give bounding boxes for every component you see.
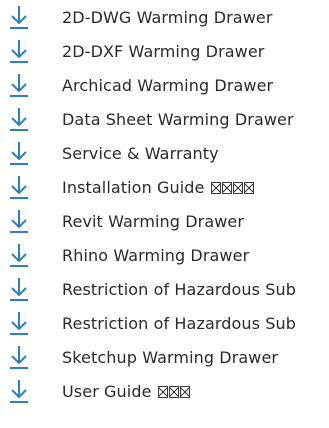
download-label[interactable]: Sketchup Warming Drawer xyxy=(62,348,278,368)
download-item[interactable]: 2D-DWG Warming Drawer xyxy=(0,2,329,36)
download-icon[interactable] xyxy=(8,175,30,201)
download-icon[interactable] xyxy=(8,345,30,371)
download-label[interactable]: Rhino Warming Drawer xyxy=(62,246,249,266)
download-icon[interactable] xyxy=(8,73,30,99)
download-icon[interactable] xyxy=(8,107,30,133)
download-label-text: User Guide xyxy=(62,382,157,401)
missing-glyph xyxy=(243,182,254,194)
download-label[interactable]: User Guide xyxy=(62,382,190,402)
download-icon[interactable] xyxy=(8,311,30,337)
download-item[interactable]: Sketchup Warming Drawer xyxy=(0,342,329,376)
download-label[interactable]: 2D-DXF Warming Drawer xyxy=(62,42,264,62)
download-label[interactable]: Restriction of Hazardous Sub xyxy=(62,314,296,334)
download-icon[interactable] xyxy=(8,209,30,235)
download-icon[interactable] xyxy=(8,141,30,167)
download-label[interactable]: Restriction of Hazardous Sub xyxy=(62,280,296,300)
download-label-text: Installation Guide xyxy=(62,178,210,197)
download-item[interactable]: 2D-DXF Warming Drawer xyxy=(0,36,329,70)
download-item[interactable]: Restriction of Hazardous Sub xyxy=(0,308,329,342)
download-item[interactable]: Revit Warming Drawer xyxy=(0,206,329,240)
download-item[interactable]: Service & Warranty xyxy=(0,138,329,172)
missing-glyph xyxy=(210,182,221,194)
missing-glyph xyxy=(157,386,168,398)
download-item[interactable]: Restriction of Hazardous Sub xyxy=(0,274,329,308)
download-item[interactable]: Data Sheet Warming Drawer xyxy=(0,104,329,138)
missing-glyph xyxy=(179,386,190,398)
download-label[interactable]: Service & Warranty xyxy=(62,144,219,164)
missing-glyph xyxy=(232,182,243,194)
download-item[interactable]: Rhino Warming Drawer xyxy=(0,240,329,274)
download-item[interactable]: Archicad Warming Drawer xyxy=(0,70,329,104)
download-icon[interactable] xyxy=(8,379,30,405)
download-label[interactable]: 2D-DWG Warming Drawer xyxy=(62,8,273,28)
download-label[interactable]: Installation Guide xyxy=(62,178,254,198)
download-item[interactable]: Installation Guide xyxy=(0,172,329,206)
download-icon[interactable] xyxy=(8,39,30,65)
download-icon[interactable] xyxy=(8,277,30,303)
download-label[interactable]: Archicad Warming Drawer xyxy=(62,76,273,96)
download-label[interactable]: Data Sheet Warming Drawer xyxy=(62,110,294,130)
download-icon[interactable] xyxy=(8,243,30,269)
download-icon[interactable] xyxy=(8,5,30,31)
download-item[interactable]: User Guide xyxy=(0,376,329,410)
download-label[interactable]: Revit Warming Drawer xyxy=(62,212,244,232)
missing-glyph xyxy=(221,182,232,194)
missing-glyph xyxy=(168,386,179,398)
download-list: 2D-DWG Warming Drawer 2D-DXF Warming Dra… xyxy=(0,0,329,428)
